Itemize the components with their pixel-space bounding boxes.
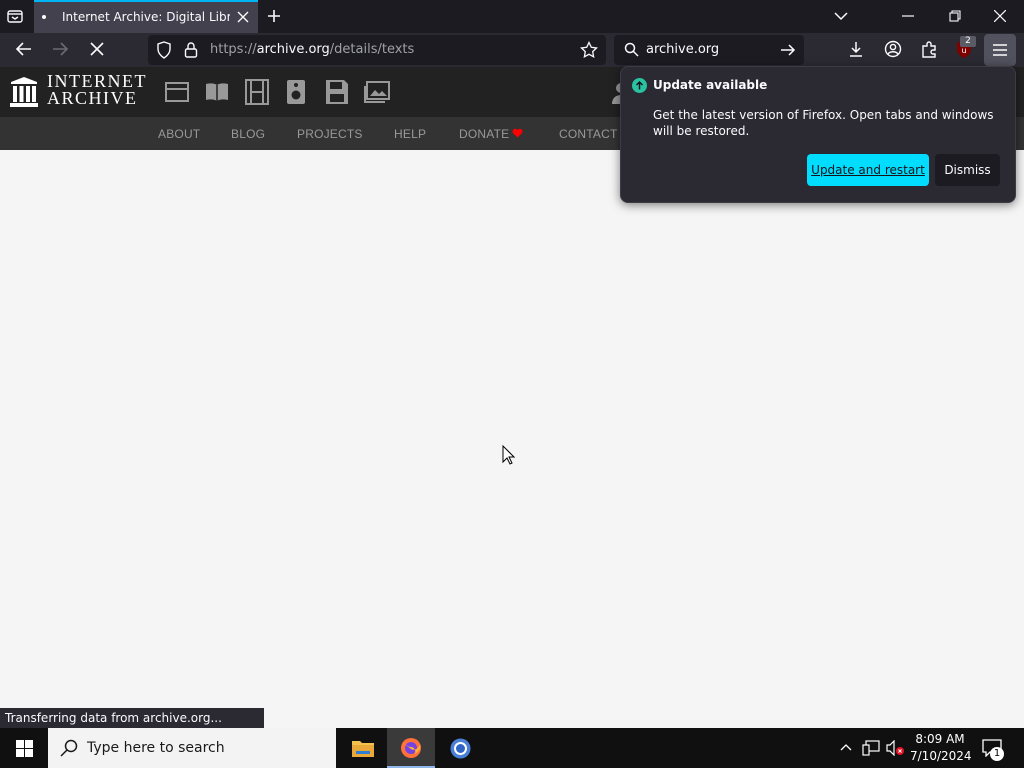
bookmark-star-icon[interactable] [580, 41, 598, 59]
update-panel-body: Get the latest version of Firefox. Open … [653, 108, 994, 138]
update-panel-title: Update available [653, 78, 768, 92]
clock-time: 8:09 AM [915, 732, 965, 746]
nav-blog[interactable]: BLOG [231, 127, 265, 141]
search-bar[interactable]: archive.org [614, 35, 804, 65]
firefox-icon [400, 737, 422, 759]
hamburger-menu-icon [993, 44, 1007, 56]
list-all-tabs-icon[interactable] [834, 11, 848, 21]
taskbar-search-box[interactable]: Type here to search [48, 728, 336, 768]
tab-strip: Internet Archive: Digital Library of Fre… [0, 0, 1024, 33]
extension-badge: 2 [960, 36, 976, 47]
volume-muted-icon[interactable] [886, 740, 904, 756]
mouse-cursor-icon [502, 445, 515, 465]
minimize-icon[interactable] [902, 15, 914, 17]
windows-start-icon[interactable] [16, 740, 33, 757]
url-host: archive.org [256, 42, 330, 57]
firefox-taskbar-button[interactable] [387, 728, 435, 768]
notification-count-badge: 1 [990, 747, 1004, 761]
file-explorer-icon [352, 739, 374, 757]
clock-date: 7/10/2024 [910, 749, 972, 763]
taskbar-clock[interactable]: 8:09 AM 7/10/2024 [910, 731, 972, 765]
tracking-protection-shield-icon[interactable] [156, 41, 172, 59]
svg-text:u: u [961, 46, 966, 55]
address-bar[interactable]: https://archive.org/details/texts [148, 35, 606, 65]
windows-taskbar: Type here to search 8:09 AM 7/10/2024 1 [0, 728, 1024, 768]
status-panel: Transferring data from archive.org... [0, 708, 264, 728]
page-content [0, 150, 1024, 728]
file-explorer-button[interactable] [338, 728, 386, 768]
nav-help[interactable]: HELP [394, 127, 426, 141]
internet-archive-logo-icon[interactable] [10, 77, 38, 107]
new-tab-icon[interactable] [267, 9, 281, 23]
video-film-icon[interactable] [245, 79, 269, 105]
nav-donate[interactable]: DONATE [459, 127, 509, 141]
tab-title: Internet Archive: Digital Library of Fre… [62, 10, 230, 24]
stop-loading-icon[interactable] [88, 40, 106, 58]
logo-line-2: ARCHIVE [47, 88, 138, 108]
url-text[interactable]: https://archive.org/details/texts [210, 42, 414, 57]
taskbar-search-icon [60, 739, 78, 757]
taskbar-search-placeholder: Type here to search [87, 740, 225, 756]
back-icon[interactable] [15, 40, 33, 58]
restore-icon[interactable] [949, 10, 961, 22]
account-icon[interactable] [884, 40, 902, 58]
texts-book-icon[interactable] [204, 81, 230, 103]
downloads-icon[interactable] [847, 40, 865, 58]
nav-contact[interactable]: CONTACT [559, 127, 618, 141]
navigation-toolbar: https://archive.org/details/texts archiv… [0, 33, 1024, 67]
active-tab[interactable]: Internet Archive: Digital Library of Fre… [34, 0, 258, 33]
url-scheme: https:// [210, 42, 257, 57]
search-go-arrow-icon[interactable] [780, 42, 796, 58]
show-hidden-icons-icon[interactable] [840, 743, 852, 751]
url-path: /details/texts [329, 42, 415, 57]
web-icon[interactable] [165, 81, 189, 103]
search-input[interactable]: archive.org [646, 42, 719, 57]
lock-icon[interactable] [184, 41, 198, 59]
donate-heart-icon [512, 128, 523, 138]
images-icon[interactable] [364, 81, 390, 103]
chrome-taskbar-button[interactable] [436, 728, 484, 768]
update-arrow-icon [632, 78, 647, 93]
search-icon [624, 42, 639, 57]
chrome-icon [450, 738, 471, 759]
close-window-icon[interactable] [994, 10, 1006, 22]
forward-icon[interactable] [51, 40, 69, 58]
app-menu-button[interactable] [984, 34, 1016, 66]
nav-projects[interactable]: PROJECTS [297, 127, 363, 141]
tab-close-icon[interactable] [237, 11, 249, 23]
network-icon[interactable] [862, 740, 880, 756]
software-floppy-icon[interactable] [325, 79, 349, 105]
extensions-puzzle-icon[interactable] [920, 40, 938, 58]
tab-loading-indicator [42, 15, 46, 19]
update-available-panel: Update available Get the latest version … [620, 66, 1016, 203]
site-logo-text[interactable]: INTERNET ARCHIVE [47, 72, 147, 108]
update-and-restart-button[interactable]: Update and restart [807, 154, 929, 186]
dismiss-button[interactable]: Dismiss [935, 154, 1000, 186]
tab-list-icon[interactable] [6, 8, 24, 24]
nav-about[interactable]: ABOUT [158, 127, 200, 141]
audio-speaker-icon[interactable] [286, 79, 306, 105]
